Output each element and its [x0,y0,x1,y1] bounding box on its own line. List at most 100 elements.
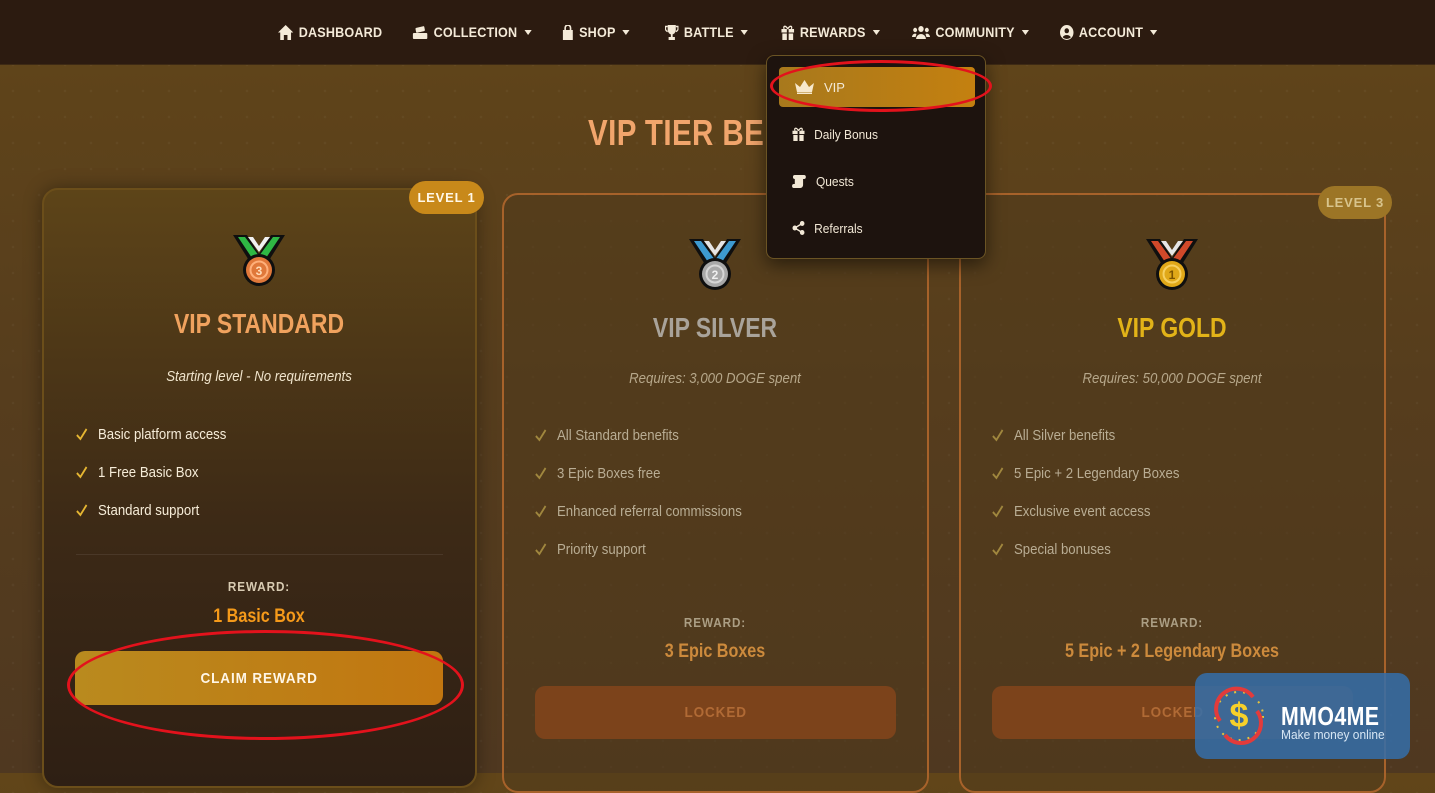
benefit-text: Priority support [557,540,646,558]
reward-value: 1 Basic Box [213,606,305,627]
nav-collection-label: COLLECTION [433,24,518,40]
benefit-text: Special bonuses [1014,540,1111,558]
check-icon [992,428,1004,442]
tier-requirement: Requires: 3,000 DOGE spent [629,370,801,387]
benefit-text: Exclusive event access [1014,502,1151,520]
benefit-text: 3 Epic Boxes free [557,464,661,482]
benefit-text: All Standard benefits [557,426,679,444]
medal-number: 1 [1169,268,1176,282]
benefits-list: All Standard benefits 3 Epic Boxes free … [535,416,770,568]
gift-icon [792,127,805,141]
menu-item-daily-bonus-label: Daily Bonus [814,126,878,142]
claim-reward-button[interactable]: CLAIM REWARD [75,651,443,705]
list-item: Standard support [76,491,226,529]
menu-item-daily-bonus[interactable]: Daily Bonus [781,114,965,154]
list-item: Enhanced referral commissions [535,492,742,530]
reward-value: 5 Epic + 2 Legendary Boxes [1064,641,1280,662]
dollar-coin-icon: $ [1214,686,1264,745]
gift-icon [781,25,795,40]
check-icon [992,504,1004,518]
nav-battle-label: BATTLE [683,24,734,40]
menu-item-referrals[interactable]: Referrals [781,208,965,248]
bag-icon [562,24,573,40]
medal-number: 2 [712,268,719,282]
medal-number: 3 [256,264,263,278]
benefit-text: Standard support [98,501,200,519]
check-icon [992,466,1004,480]
menu-item-quests[interactable]: Quests [781,161,965,201]
tier-name: VIP SILVER [652,312,778,343]
check-icon [992,542,1004,556]
gold-medal-icon: 1 [1146,239,1198,290]
list-item: All Standard benefits [535,416,742,454]
list-item: 5 Epic + 2 Legendary Boxes [992,454,1179,492]
benefit-text: All Silver benefits [1014,426,1116,444]
level-badge: LEVEL 1 [409,181,484,214]
menu-item-referrals-label: Referrals [814,220,863,236]
check-icon [535,542,547,556]
benefit-text: 5 Epic + 2 Legendary Boxes [1014,464,1180,482]
nav-shop-label: SHOP [579,24,616,40]
nav-account-label: ACCOUNT [1078,24,1144,40]
menu-item-vip[interactable]: VIP [779,67,975,107]
chevron-down-icon [872,29,880,35]
rewards-dropdown-menu: VIP Daily Bonus Quests Referrals [766,55,986,259]
list-item: All Silver benefits [992,416,1179,454]
reward-label: REWARD: [1140,615,1204,630]
nav-battle[interactable]: BATTLE [665,22,749,42]
locked-button[interactable]: LOCKED [535,686,896,739]
check-icon [535,466,547,480]
reward-value: 3 Epic Boxes [664,641,766,662]
benefit-text: Basic platform access [98,425,227,443]
check-icon [76,465,88,479]
nav-rewards[interactable]: REWARDS [781,22,880,42]
watermark-logo: $ MMO4ME Make money online [1195,673,1410,759]
svg-text:$: $ [1230,697,1249,735]
chevron-down-icon [524,29,532,35]
nav-collection[interactable]: COLLECTION [412,22,532,42]
nav-account[interactable]: ACCOUNT [1060,22,1158,42]
scroll-icon [792,174,806,188]
check-icon [535,504,547,518]
nav-dashboard-label: DASHBOARD [298,24,383,40]
menu-item-quests-label: Quests [815,173,854,189]
level-badge: LEVEL 3 [1318,186,1392,219]
crown-icon [795,80,814,94]
users-icon [912,26,930,39]
watermark-tagline: Make money online [1281,727,1385,742]
check-icon [535,428,547,442]
bronze-medal-icon: 3 [233,235,285,286]
check-icon [76,427,88,441]
tier-name: VIP GOLD [1117,312,1227,343]
list-item: Priority support [535,530,742,568]
boxes-icon [412,25,428,39]
list-item: 3 Epic Boxes free [535,454,742,492]
tier-name: VIP STANDARD [173,308,345,339]
nav-dashboard[interactable]: DASHBOARD [278,22,382,42]
list-item: Exclusive event access [992,492,1179,530]
share-icon [792,221,805,235]
tier-requirement: Requires: 50,000 DOGE spent [1082,370,1262,387]
top-navbar: DASHBOARD COLLECTION SHOP BATTLE REWARDS… [0,0,1435,65]
benefits-list: All Silver benefits 5 Epic + 2 Legendary… [992,416,1205,568]
chevron-down-icon [622,29,630,35]
benefits-list: Basic platform access 1 Free Basic Box S… [76,415,247,529]
nav-community[interactable]: COMMUNITY [912,22,1030,42]
benefit-text: 1 Free Basic Box [98,463,199,481]
chevron-down-icon [1021,29,1030,35]
list-item: 1 Free Basic Box [76,453,226,491]
trophy-icon [665,24,679,40]
chevron-down-icon [1150,29,1158,35]
divider [76,554,443,555]
silver-medal-icon: 2 [689,239,741,290]
nav-rewards-label: REWARDS [799,24,866,40]
benefit-text: Enhanced referral commissions [557,502,742,520]
tier-requirement: Starting level - No requirements [166,368,352,385]
locked-label: LOCKED [684,704,747,721]
home-icon [278,24,294,40]
list-item: Basic platform access [76,415,226,453]
nav-shop[interactable]: SHOP [562,22,630,42]
claim-reward-label: CLAIM REWARD [200,669,318,687]
section-title: VIP TIER BEN [588,112,786,153]
list-item: Special bonuses [992,530,1179,568]
